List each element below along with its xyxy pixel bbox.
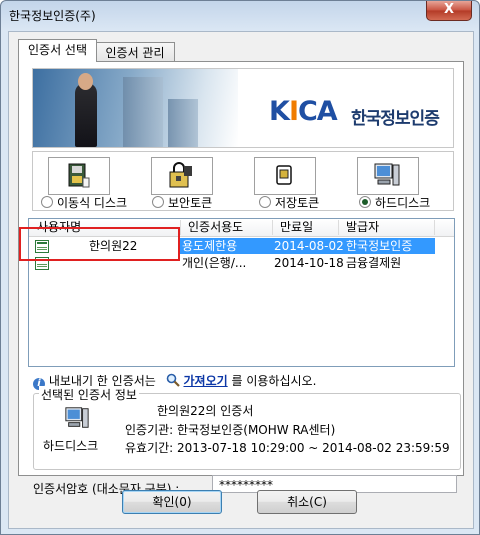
harddisk-button[interactable] bbox=[357, 157, 419, 195]
row-selection: 용도제한용 2014-08-02 한국정보인증 bbox=[180, 238, 435, 254]
smartcard-icon bbox=[276, 165, 292, 185]
selected-cert-group-label: 선택된 인증서 정보 bbox=[39, 386, 139, 403]
masked-name bbox=[125, 405, 157, 417]
kica-company-name: 한국정보인증 bbox=[351, 109, 440, 129]
window-title: 한국정보인증(주) bbox=[9, 9, 96, 23]
storage-label: 하드디스크 bbox=[43, 439, 99, 453]
cancel-button[interactable]: 취소(C) bbox=[257, 490, 357, 514]
computer-icon bbox=[65, 407, 89, 428]
radio-button[interactable] bbox=[259, 196, 271, 208]
radio-label: 이동식 디스크 bbox=[57, 196, 128, 210]
cert-issuer: 인증기관: 한국정보인증(MOHW RA센터) bbox=[125, 423, 336, 437]
radio-label: 보안토큰 bbox=[168, 196, 213, 210]
radio-harddisk[interactable]: 하드디스크 bbox=[359, 194, 430, 211]
cert-validity: 유효기간: 2013-07-18 10:29:00 ~ 2014-08-02 2… bbox=[125, 441, 450, 455]
magnifier-icon bbox=[166, 373, 180, 387]
column-header-expiry[interactable]: 만료일 bbox=[272, 220, 339, 235]
title-bar[interactable]: 한국정보인증(주) X bbox=[1, 1, 479, 29]
security-token-button[interactable] bbox=[151, 157, 213, 195]
highlight-box bbox=[19, 227, 180, 261]
radio-button[interactable] bbox=[359, 196, 371, 208]
cell-expiry: 2014-10-18 bbox=[274, 256, 344, 270]
radio-button[interactable] bbox=[41, 196, 53, 208]
column-header-usage[interactable]: 인증서용도 bbox=[180, 220, 273, 235]
radio-usb-disk[interactable]: 이동식 디스크 bbox=[41, 194, 127, 211]
cell-usage: 개인(은행/... bbox=[182, 256, 247, 270]
cell-issuer: 금융결제원 bbox=[346, 256, 402, 270]
radio-label: 하드디스크 bbox=[375, 196, 431, 210]
kica-logo: KICA bbox=[269, 96, 338, 127]
ok-button[interactable]: 확인(0) bbox=[122, 490, 222, 514]
banner-person-head bbox=[78, 73, 93, 90]
radio-smartcard[interactable]: 저장토큰 bbox=[259, 194, 319, 211]
tab-cert-select[interactable]: 인증서 선택 bbox=[18, 39, 97, 62]
smartcard-button[interactable] bbox=[254, 157, 316, 195]
dialog-window: 한국정보인증(주) X 인증서 선택 인증서 관리 KICA 한국정보인증 이동… bbox=[0, 0, 480, 535]
usb-disk-button[interactable] bbox=[48, 157, 110, 195]
column-header-issuer[interactable]: 발급자 bbox=[338, 220, 435, 235]
tab-cert-manage[interactable]: 인증서 관리 bbox=[95, 42, 175, 63]
radio-button[interactable] bbox=[152, 196, 164, 208]
radio-label: 저장토큰 bbox=[275, 196, 320, 210]
close-button[interactable]: X bbox=[426, 1, 472, 21]
dialog-client: 인증서 선택 인증서 관리 KICA 한국정보인증 이동식 디스크 보안토큰 저… bbox=[8, 31, 474, 529]
banner-building bbox=[123, 77, 163, 147]
tab-panel: KICA 한국정보인증 이동식 디스크 보안토큰 저장토큰 하드디스크 사용자명… bbox=[18, 61, 464, 496]
cert-name: 한의원22의 인증서 bbox=[125, 402, 253, 419]
cell-issuer: 한국정보인증 bbox=[346, 239, 413, 253]
cell-expiry: 2014-08-02 bbox=[274, 239, 344, 253]
usb-disk-icon bbox=[68, 163, 90, 188]
kica-banner: KICA 한국정보인증 bbox=[32, 68, 454, 148]
computer-icon bbox=[374, 163, 400, 186]
security-token-icon bbox=[169, 162, 192, 188]
banner-person bbox=[75, 83, 97, 147]
hint-text-end: 를 이용하십시오. bbox=[231, 374, 317, 388]
storage-selector: 이동식 디스크 보안토큰 저장토큰 하드디스크 bbox=[32, 151, 454, 211]
radio-security-token[interactable]: 보안토큰 bbox=[152, 194, 212, 211]
cell-usage: 용도제한용 bbox=[182, 239, 238, 253]
banner-building bbox=[168, 99, 198, 147]
import-link[interactable]: 가져오기 bbox=[183, 374, 227, 388]
